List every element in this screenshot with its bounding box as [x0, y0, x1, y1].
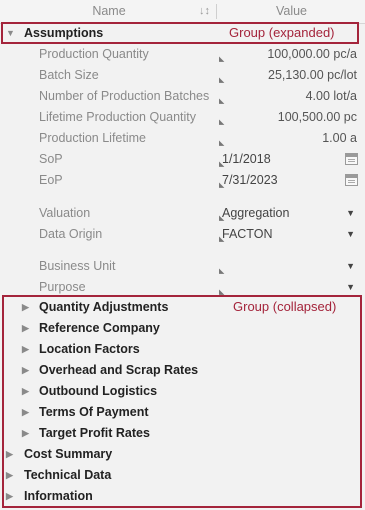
property-label: Valuation — [39, 206, 91, 220]
property-row[interactable]: Number of Production Batches ◣ 4.00 lot/a — [0, 86, 365, 107]
property-row-data-origin[interactable]: Data Origin ◣ FACTON ▼ — [0, 224, 365, 245]
property-label: EoP — [39, 173, 63, 187]
property-value[interactable]: 100,000.00 pc/a — [267, 44, 357, 65]
name-column-header[interactable]: Name — [0, 0, 218, 23]
property-label: Production Quantity — [39, 47, 149, 61]
edit-marker-icon: ◣ — [219, 56, 225, 63]
value-column-header[interactable]: Value — [218, 0, 365, 23]
property-label: Lifetime Production Quantity — [39, 110, 197, 124]
sort-icon[interactable]: ↓↕ — [199, 0, 210, 23]
edit-marker-icon: ◣ — [219, 98, 225, 105]
property-row[interactable]: Batch Size ◣ 25,130.00 pc/lot — [0, 65, 365, 86]
property-label: SoP — [39, 152, 63, 166]
column-header: Name ↓↕ Value — [0, 0, 365, 24]
edit-marker-icon: ◣ — [219, 77, 225, 84]
dropdown-arrow-icon[interactable]: ▼ — [346, 256, 355, 277]
edit-marker-icon: ◣ — [219, 268, 225, 275]
property-row[interactable]: Lifetime Production Quantity ◣ 100,500.00… — [0, 107, 365, 128]
property-value[interactable]: 25,130.00 pc/lot — [268, 65, 357, 86]
property-row-eop[interactable]: EoP ◣ 7/31/2023 — [0, 170, 365, 191]
dropdown-arrow-icon[interactable]: ▼ — [346, 224, 355, 245]
property-label: Number of Production Batches — [39, 89, 210, 103]
property-row[interactable]: Production Lifetime ◣ 1.00 a — [0, 128, 365, 149]
collapsed-group-highlight — [2, 295, 362, 508]
property-label: Data Origin — [39, 227, 103, 241]
column-divider[interactable] — [216, 4, 217, 19]
calendar-icon[interactable] — [345, 153, 358, 165]
property-label: Production Lifetime — [39, 131, 147, 145]
property-value[interactable]: 4.00 lot/a — [306, 86, 357, 107]
property-row-sop[interactable]: SoP ◣ 1/1/2018 — [0, 149, 365, 170]
dropdown-arrow-icon[interactable]: ▼ — [346, 203, 355, 224]
dropdown-value[interactable]: FACTON — [222, 224, 272, 245]
calendar-icon[interactable] — [345, 174, 358, 186]
dropdown-value[interactable]: Aggregation — [222, 203, 289, 224]
property-value[interactable]: 1.00 a — [322, 128, 357, 149]
property-label: Batch Size — [39, 68, 99, 82]
date-value[interactable]: 7/31/2023 — [222, 170, 278, 191]
property-value[interactable]: 100,500.00 pc — [278, 107, 357, 128]
edit-marker-icon: ◣ — [219, 119, 225, 126]
property-row-valuation[interactable]: Valuation ◣ Aggregation ▼ — [0, 203, 365, 224]
edit-marker-icon: ◣ — [219, 140, 225, 147]
property-row[interactable]: Production Quantity ◣ 100,000.00 pc/a — [0, 44, 365, 65]
collapsed-annotation: Group (collapsed) — [233, 299, 337, 314]
property-label: Business Unit — [39, 259, 116, 273]
property-row-business-unit[interactable]: Business Unit ◣ ▼ — [0, 256, 365, 277]
date-value[interactable]: 1/1/2018 — [222, 149, 271, 170]
expanded-annotation: Group (expanded) — [229, 25, 335, 40]
